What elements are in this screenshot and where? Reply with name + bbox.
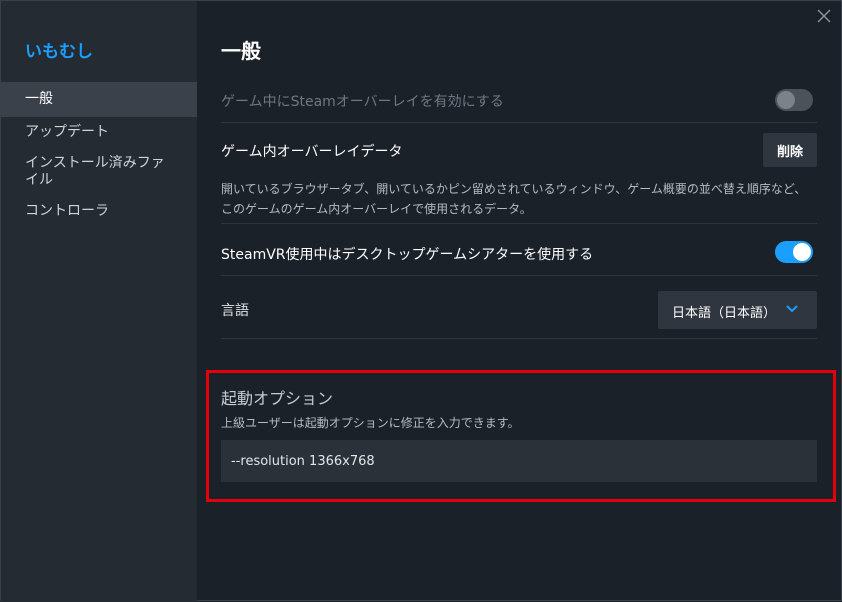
- language-row: 言語 日本語（日本語）: [221, 276, 817, 339]
- sidebar-item-general[interactable]: 一般: [1, 82, 197, 117]
- chevron-down-icon: [786, 305, 798, 313]
- toggle-knob: [793, 243, 811, 261]
- launch-options-title: 起動オプション: [221, 389, 334, 408]
- language-value: 日本語（日本語）: [672, 306, 777, 321]
- toggle-knob: [777, 91, 795, 109]
- sidebar-nav: 一般 アップデート インストール済みファイル コントローラ: [1, 82, 197, 227]
- language-label: 言語: [221, 303, 249, 319]
- overlay-toggle[interactable]: [775, 89, 813, 111]
- steamvr-row: SteamVR使用中はデスクトップゲームシアターを使用する: [221, 224, 817, 276]
- sidebar-item-updates[interactable]: アップデート: [1, 117, 197, 148]
- overlay-toggle-row: ゲーム中にSteamオーバーレイを有効にする: [221, 77, 817, 123]
- settings-window: いもむし 一般 アップデート インストール済みファイル コントローラ 一般 ゲー…: [0, 0, 842, 602]
- launch-options-description: 上級ユーザーは起動オプションに修正を入力できます。: [221, 416, 520, 430]
- delete-button[interactable]: 削除: [763, 133, 817, 167]
- overlay-toggle-label: ゲーム中にSteamオーバーレイを有効にする: [221, 94, 504, 110]
- page-title: 一般: [221, 39, 261, 63]
- overlay-data-description: 開いているブラウザータブ、開いているかピン留めされているウィンドウ、ゲーム概要の…: [221, 182, 807, 216]
- steamvr-label: SteamVR使用中はデスクトップゲームシアターを使用する: [221, 247, 594, 263]
- sidebar-item-installed-files[interactable]: インストール済みファイル: [1, 148, 197, 196]
- sidebar: いもむし 一般 アップデート インストール済みファイル コントローラ: [1, 1, 197, 602]
- overlay-data-label: ゲーム内オーバーレイデータ: [221, 144, 403, 160]
- language-select[interactable]: 日本語（日本語）: [658, 291, 817, 329]
- launch-options-input[interactable]: [221, 440, 817, 482]
- sidebar-item-controller[interactable]: コントローラ: [1, 196, 197, 227]
- steamvr-toggle[interactable]: [775, 241, 813, 263]
- game-title: いもむし: [25, 42, 93, 62]
- main-panel: 一般 ゲーム中にSteamオーバーレイを有効にする ゲーム内オーバーレイデータ …: [197, 1, 841, 600]
- overlay-data-row: ゲーム内オーバーレイデータ 削除 開いているブラウザータブ、開いているかピン留め…: [221, 123, 817, 224]
